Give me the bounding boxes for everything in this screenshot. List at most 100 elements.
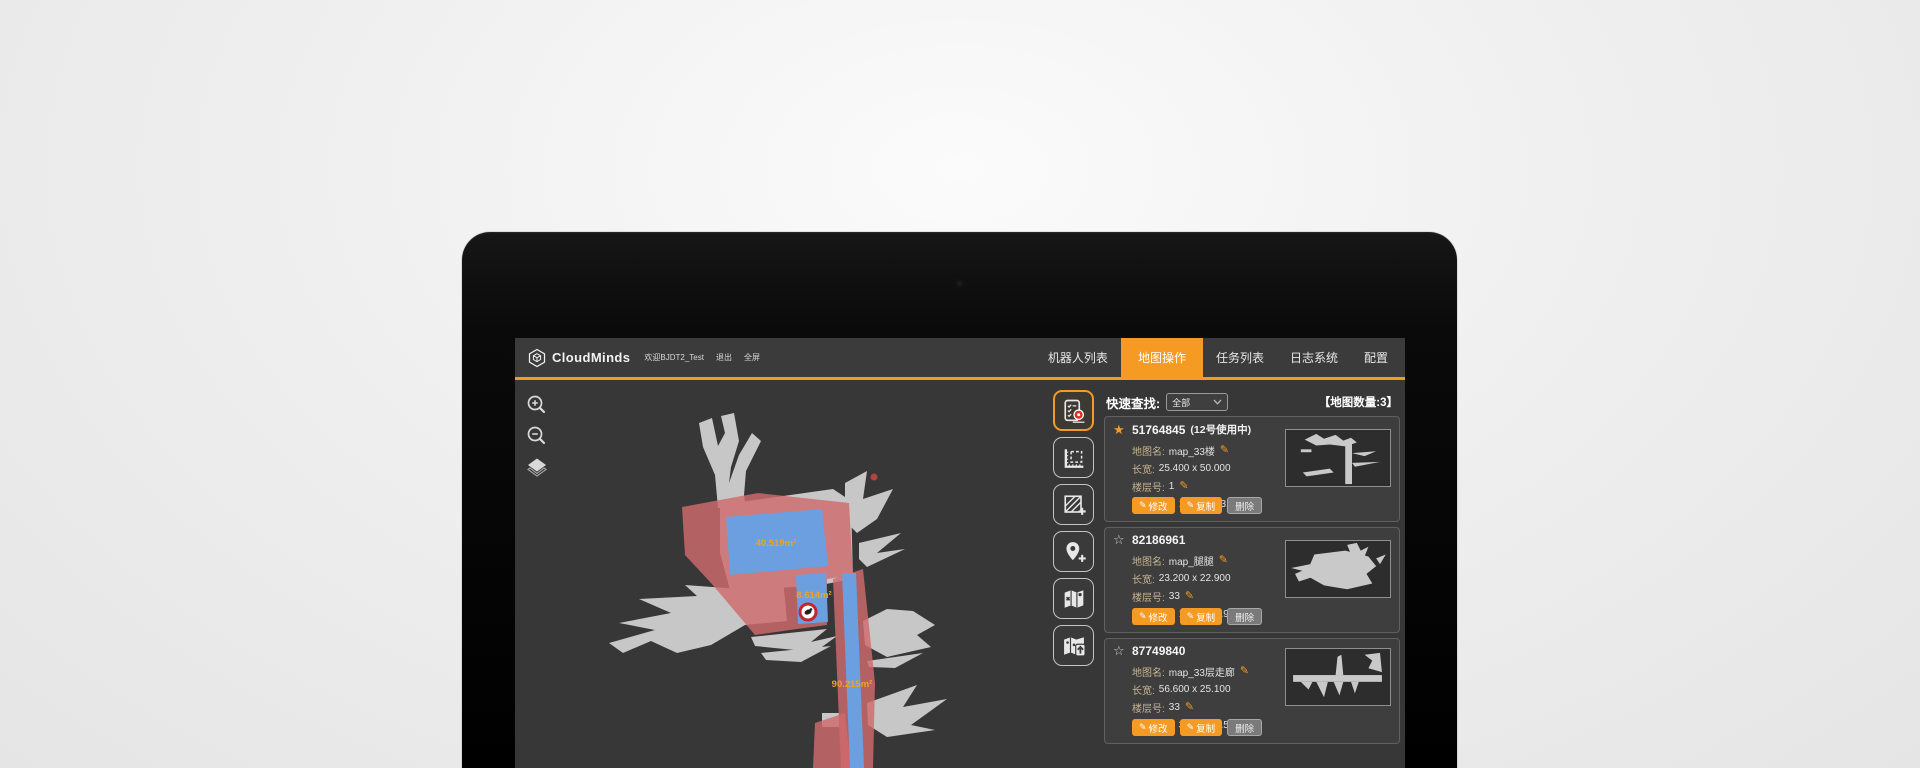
add-point-icon	[1060, 538, 1088, 566]
card-actions: ✎修改 ✎复制 删除	[1132, 608, 1267, 625]
filter-select[interactable]: 全部	[1166, 393, 1228, 411]
delete-map-button[interactable]	[1053, 578, 1094, 619]
area-label-corridor: 90.215m²	[832, 679, 873, 690]
map-blob-bottom-right	[867, 685, 947, 737]
layers-icon	[525, 455, 549, 479]
nav-map-operations[interactable]: 地图操作	[1121, 338, 1203, 377]
delete-button[interactable]: 删除	[1227, 608, 1262, 625]
map-id: 51764845	[1132, 423, 1185, 437]
map-zoom-tools	[525, 393, 549, 486]
app-header: CloudMinds 欢迎BJDT2_Test 退出 全屏 机器人列表 地图操作…	[515, 338, 1405, 380]
robot-marker[interactable]	[800, 604, 816, 620]
nav-log-system[interactable]: 日志系统	[1277, 338, 1351, 377]
main-nav: 机器人列表 地图操作 任务列表 日志系统 配置	[1035, 338, 1401, 377]
field-value-floor: 1	[1169, 481, 1175, 492]
patrol-points-list-icon	[1060, 397, 1088, 425]
delete-button[interactable]: 删除	[1227, 497, 1262, 514]
add-virtual-wall-button[interactable]	[1053, 484, 1094, 525]
map-thumbnail[interactable]	[1285, 540, 1391, 598]
fullscreen-link[interactable]: 全屏	[744, 352, 760, 363]
map-blob-right-top	[845, 471, 893, 533]
area-label-large-room: 40.519m²	[756, 538, 797, 549]
field-value-size: 56.600 x 25.100	[1159, 684, 1231, 695]
nav-robot-list[interactable]: 机器人列表	[1035, 338, 1121, 377]
red-dot-marker	[871, 474, 878, 481]
map-blob-antler	[699, 413, 761, 508]
red-zone-bottom	[813, 713, 851, 768]
patrol-points-list-button[interactable]	[1053, 390, 1094, 431]
nav-task-list[interactable]: 任务列表	[1203, 338, 1277, 377]
map-thumbnail-image	[1286, 649, 1390, 705]
modify-button[interactable]: ✎修改	[1132, 608, 1175, 625]
laptop-mockup: CloudMinds 欢迎BJDT2_Test 退出 全屏 机器人列表 地图操作…	[462, 232, 1457, 768]
map-thumbnail[interactable]	[1285, 648, 1391, 706]
map-canvas[interactable]: 40.519m² 8.614m² 90.215m²	[515, 383, 1060, 768]
copy-button[interactable]: ✎复制	[1180, 719, 1223, 736]
modify-button[interactable]: ✎修改	[1132, 497, 1175, 514]
field-label-size: 长宽:	[1132, 461, 1155, 476]
field-label-name: 地图名:	[1132, 443, 1165, 458]
map-card-51764845[interactable]: ★ 51764845 (12号使用中) 地图名:map_33楼✎ 长宽:25.4…	[1104, 416, 1400, 522]
zoom-in-icon	[525, 393, 549, 417]
map-card-87749840[interactable]: ☆ 87749840 地图名: map_33层走廊 ✎ 长宽: 56.600 x 25…	[1104, 638, 1400, 744]
map-id: 82186961	[1132, 533, 1185, 547]
field-label-size: 长宽:	[1132, 682, 1155, 697]
nav-configuration[interactable]: 配置	[1351, 338, 1401, 377]
field-label-name: 地图名:	[1132, 553, 1165, 568]
copy-button[interactable]: ✎复制	[1180, 608, 1223, 625]
quick-search-row: 快速查找: 全部 【地图数量:3】	[1106, 392, 1398, 412]
pencil-icon: ✎	[1139, 611, 1147, 622]
upload-map-icon	[1060, 632, 1088, 660]
map-blob-right-mid	[859, 533, 905, 567]
edit-name-icon[interactable]: ✎	[1220, 445, 1229, 455]
in-use-badge: (12号使用中)	[1190, 422, 1251, 437]
field-label-floor: 楼层号:	[1132, 589, 1165, 604]
map-card-list: ★ 51764845 (12号使用中) 地图名:map_33楼✎ 长宽:25.4…	[1104, 416, 1400, 744]
logo: CloudMinds	[527, 348, 630, 368]
favorite-star-icon[interactable]: ☆	[1113, 533, 1131, 547]
upload-map-button[interactable]	[1053, 625, 1094, 666]
edit-floor-icon[interactable]: ✎	[1185, 702, 1194, 712]
select-frame-icon	[1060, 444, 1088, 472]
logo-text: CloudMinds	[552, 350, 630, 365]
modify-button[interactable]: ✎修改	[1132, 719, 1175, 736]
favorite-star-icon[interactable]: ★	[1113, 423, 1131, 437]
delete-button[interactable]: 删除	[1227, 719, 1262, 736]
logout-link[interactable]: 退出	[716, 352, 732, 363]
card-actions: ✎修改 ✎复制 删除	[1132, 497, 1267, 514]
field-label-name: 地图名:	[1132, 664, 1165, 679]
field-value-name: map_腿腿	[1169, 553, 1214, 568]
field-label-floor: 楼层号:	[1132, 479, 1165, 494]
edit-name-icon[interactable]: ✎	[1240, 666, 1249, 676]
map-chevron-3	[867, 653, 923, 668]
favorite-star-icon[interactable]: ☆	[1113, 644, 1131, 658]
filter-selected-value: 全部	[1172, 396, 1190, 409]
pencil-icon: ✎	[1139, 722, 1147, 733]
pencil-icon: ✎	[1187, 500, 1195, 511]
map-thumbnail[interactable]	[1285, 429, 1391, 487]
field-value-name: map_33层走廊	[1169, 664, 1235, 679]
zoom-out-button[interactable]	[525, 424, 549, 448]
copy-button[interactable]: ✎复制	[1180, 497, 1223, 514]
edit-name-icon[interactable]: ✎	[1219, 555, 1228, 565]
map-card-82186961[interactable]: ☆ 82186961 地图名:map_腿腿✎ 长宽:23.200 x 22.90…	[1104, 527, 1400, 633]
map-blob-right-cloud	[863, 609, 935, 657]
pencil-icon: ✎	[1187, 611, 1195, 622]
area-label-small-room: 8.614m²	[796, 590, 831, 601]
zoom-out-icon	[525, 424, 549, 448]
app-screen: CloudMinds 欢迎BJDT2_Test 退出 全屏 机器人列表 地图操作…	[515, 338, 1405, 768]
zoom-in-button[interactable]	[525, 393, 549, 417]
cloudminds-logo-icon	[527, 348, 547, 368]
field-value-name: map_33楼	[1169, 443, 1215, 458]
delete-map-icon	[1060, 585, 1088, 613]
map-thumbnail-image	[1286, 430, 1390, 486]
map-tool-column	[1053, 390, 1097, 672]
map-id: 87749840	[1132, 644, 1185, 658]
layers-button[interactable]	[525, 455, 549, 479]
select-frame-button[interactable]	[1053, 437, 1094, 478]
edit-floor-icon[interactable]: ✎	[1179, 481, 1188, 491]
quick-search-label: 快速查找:	[1106, 393, 1160, 412]
edit-floor-icon[interactable]: ✎	[1185, 591, 1194, 601]
add-point-button[interactable]	[1053, 531, 1094, 572]
pencil-icon: ✎	[1187, 722, 1195, 733]
